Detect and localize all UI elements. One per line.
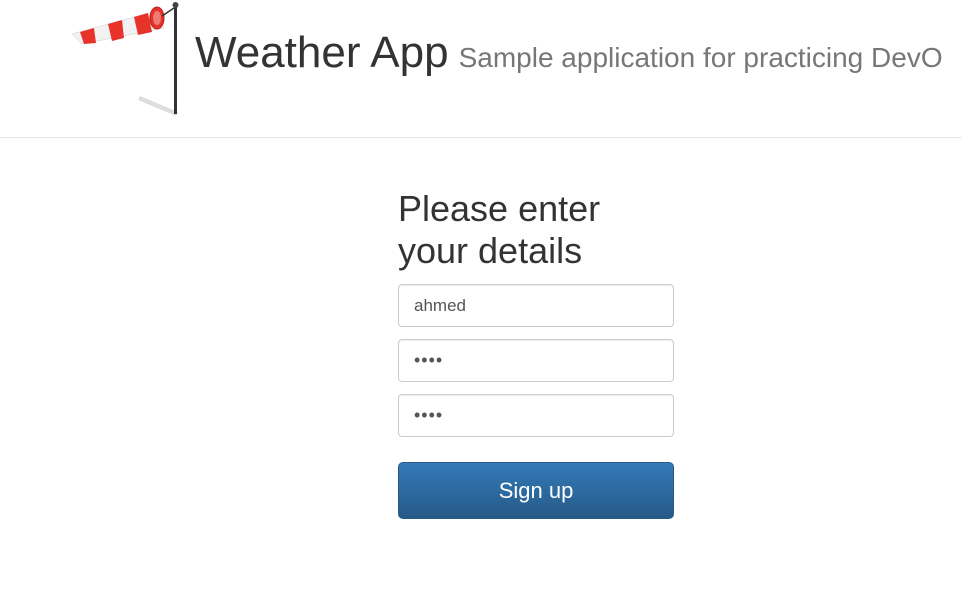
form-heading-line-2: your details — [398, 230, 583, 271]
app-title: Weather App — [195, 28, 449, 77]
signup-form: Please enter your details Sign up — [398, 188, 674, 519]
brand: Weather App Sample application for practi… — [195, 28, 943, 78]
app-subtitle: Sample application for practicing DevO — [458, 42, 943, 73]
username-input[interactable] — [398, 284, 674, 327]
sign-up-button[interactable]: Sign up — [398, 462, 674, 519]
password-input[interactable] — [398, 339, 674, 382]
windsock-icon — [71, 2, 179, 116]
confirm-password-input[interactable] — [398, 394, 674, 437]
form-heading: Please enter your details — [398, 188, 674, 272]
page: Weather App Sample application for practi… — [0, 0, 962, 592]
header: Weather App Sample application for practi… — [0, 0, 962, 138]
form-heading-line-1: Please enter — [398, 188, 601, 229]
